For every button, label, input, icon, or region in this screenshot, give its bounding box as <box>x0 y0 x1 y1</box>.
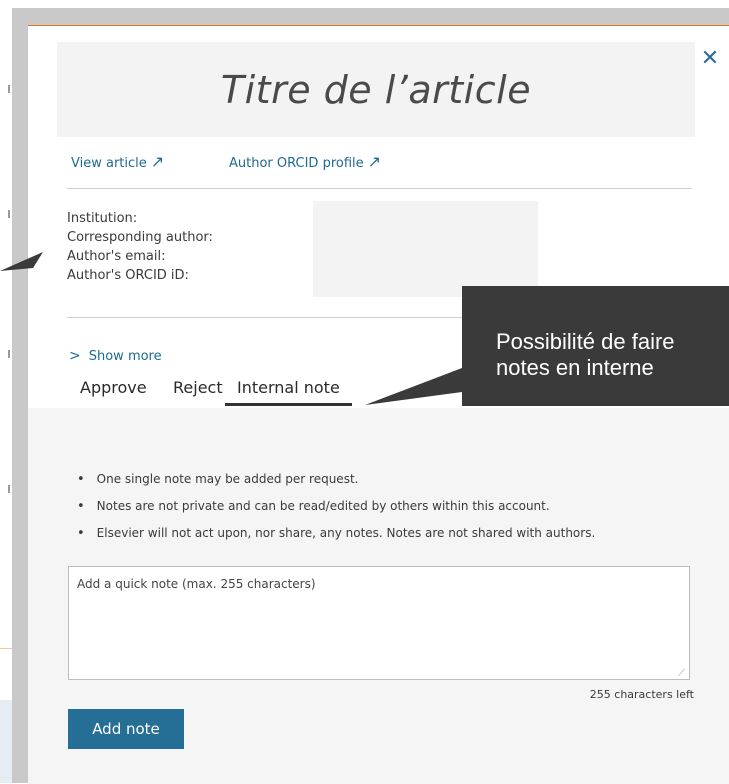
callout-pointer <box>365 368 462 405</box>
annotation-callout-text: Possibilité de faire notes en interne <box>496 329 675 380</box>
left-annotation-arrow <box>0 252 43 271</box>
